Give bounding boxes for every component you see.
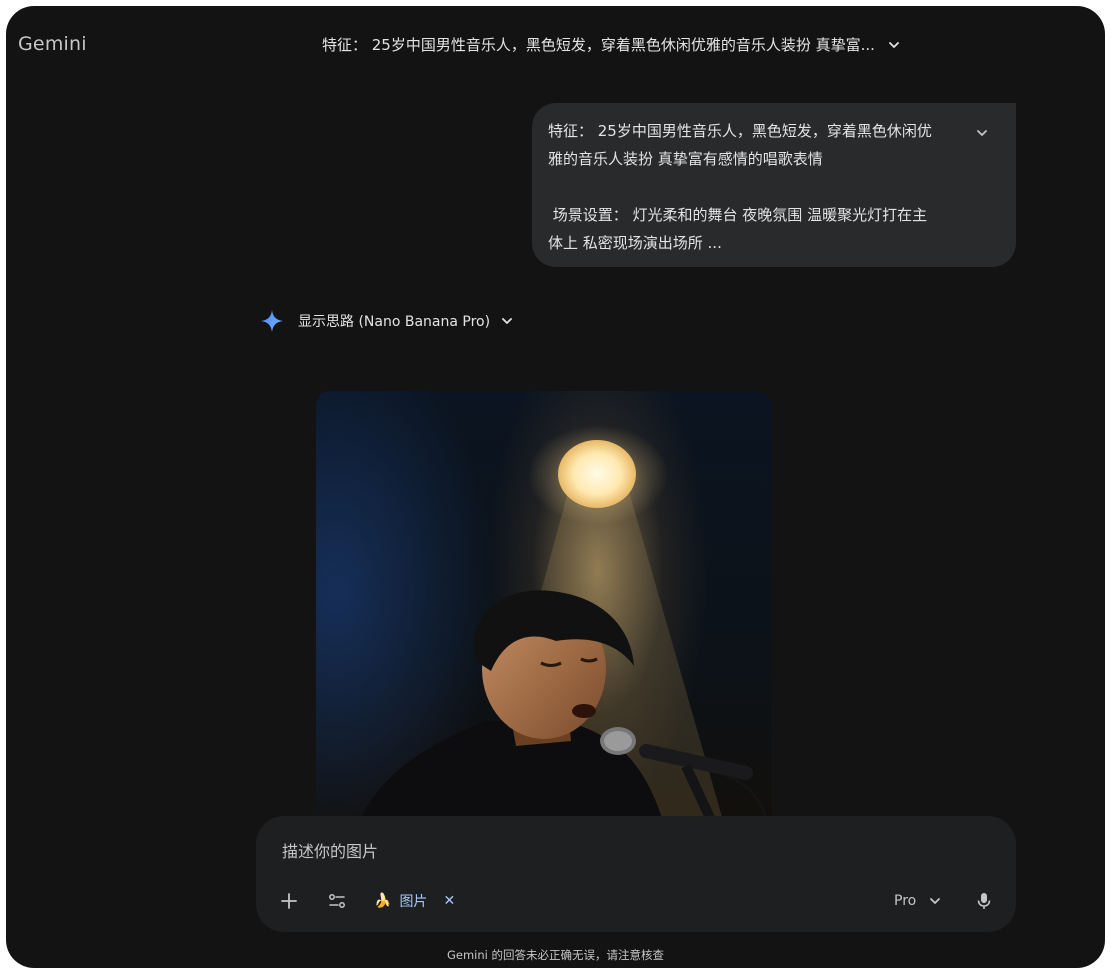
app-window: Gemini 特征： 25岁中国男性音乐人，黑色短发，穿着黑色休闲优雅的音乐人装…: [6, 6, 1105, 968]
chevron-down-icon[interactable]: [887, 38, 901, 52]
user-prompt-bubble: 特征： 25岁中国男性音乐人，黑色短发，穿着黑色休闲优 雅的音乐人装扮 真挚富有…: [532, 103, 1016, 267]
tools-icon: [328, 892, 346, 914]
sparkle-icon: [260, 309, 284, 333]
show-thinking-toggle[interactable]: 显示思路 (Nano Banana Pro): [298, 311, 514, 331]
close-icon[interactable]: ✕: [443, 893, 455, 909]
app-title[interactable]: Gemini: [18, 33, 87, 55]
response-header: 显示思路 (Nano Banana Pro): [260, 309, 514, 333]
prompt-line: 场景设置： 灯光柔和的舞台 夜晚氛围 温暖聚光灯打在主: [548, 206, 928, 224]
model-label: Pro: [894, 893, 917, 909]
prompt-input[interactable]: [280, 838, 884, 864]
prompt-gap: [548, 173, 956, 201]
generated-image[interactable]: [316, 391, 772, 831]
chevron-down-icon: [975, 121, 989, 149]
prompt-line: 雅的音乐人装扮 真挚富有感情的唱歌表情: [548, 150, 823, 168]
add-attachment-button[interactable]: [274, 888, 304, 918]
footer-disclaimer: Gemini 的回答未必正确无误，请注意核查: [446, 948, 665, 962]
thinking-label: 显示思路 (Nano Banana Pro): [298, 314, 491, 330]
prompt-line: 体上 私密现场演出场所 ...: [548, 234, 722, 252]
image-tool-chip[interactable]: 🍌 图片 ✕: [374, 891, 455, 911]
prompt-composer: 🍌 图片 ✕ Pro: [256, 816, 1016, 932]
mic-icon: [976, 892, 992, 914]
microphone-button[interactable]: [969, 888, 999, 918]
image-tool-label: 图片: [399, 894, 428, 910]
banana-icon: 🍌: [374, 893, 392, 909]
prompt-line: 特征： 25岁中国男性音乐人，黑色短发，穿着黑色休闲优: [548, 122, 932, 140]
model-selector[interactable]: Pro: [894, 893, 942, 909]
expand-prompt-button[interactable]: [972, 125, 992, 145]
composer-toolbar: 🍌 图片 ✕ Pro: [256, 888, 1016, 918]
chevron-down-icon: [500, 314, 514, 328]
conversation-title-text: 特征： 25岁中国男性音乐人，黑色短发，穿着黑色休闲优雅的音乐人装扮 真挚富..…: [322, 36, 875, 54]
tools-button[interactable]: [322, 888, 352, 918]
conversation-title[interactable]: 特征： 25岁中国男性音乐人，黑色短发，穿着黑色休闲优雅的音乐人装扮 真挚富..…: [322, 34, 901, 55]
chevron-down-icon: [928, 894, 942, 908]
plus-icon: [280, 892, 298, 914]
